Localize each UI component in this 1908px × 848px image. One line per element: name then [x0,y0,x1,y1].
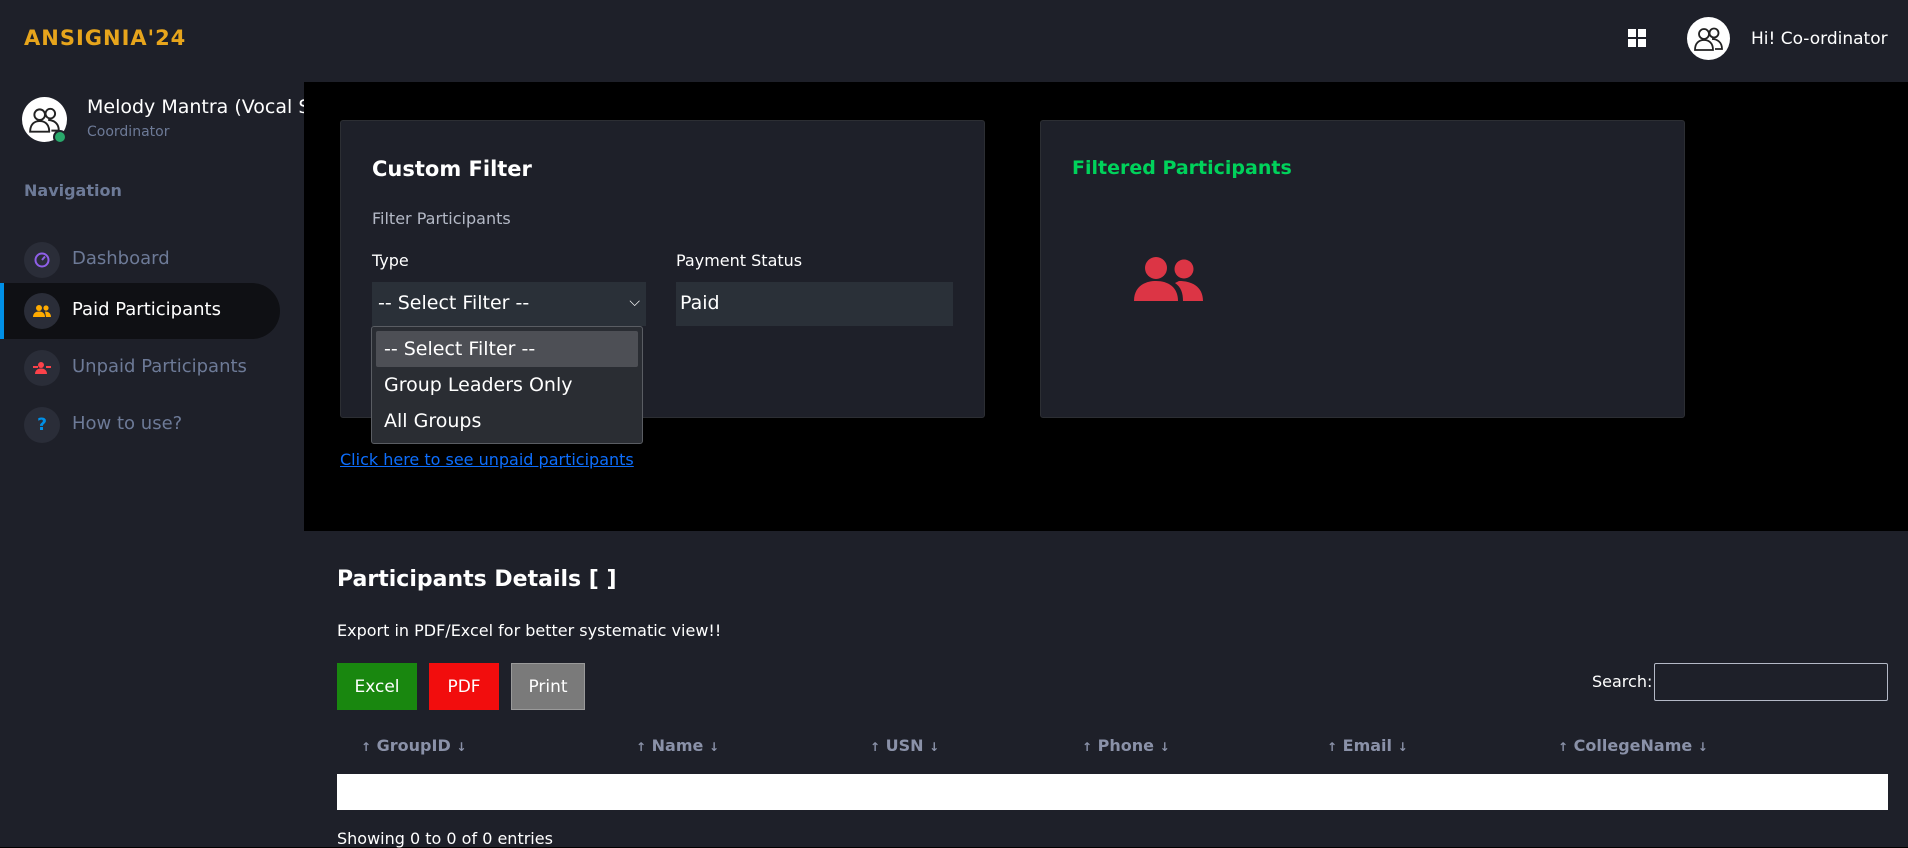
people-icon [1134,257,1203,301]
profile-role: Coordinator [87,124,170,140]
people-icon [24,293,60,329]
app-logo[interactable]: ANSIGNIA'24 [24,26,186,50]
apps-grid-icon[interactable] [1628,29,1646,47]
type-select-value: -- Select Filter -- [378,292,530,314]
pdf-button[interactable]: PDF [429,663,499,710]
sidebar-item-paid-participants[interactable]: Paid Participants [0,283,280,339]
dropdown-option-group-leaders[interactable]: Group Leaders Only [376,367,638,403]
sidebar-item-label: Dashboard [72,248,170,269]
sidebar-item-label: How to use? [72,413,183,434]
user-avatar[interactable] [1687,17,1730,60]
sidebar-item-unpaid-participants[interactable]: Unpaid Participants [0,340,280,396]
unpaid-participants-link[interactable]: Click here to see unpaid participants [340,450,634,469]
sidebar-item-dashboard[interactable]: Dashboard [0,232,280,288]
sidebar-item-label: Paid Participants [72,299,221,320]
payment-status-value: Paid [680,292,720,314]
payment-status-field[interactable]: Paid [676,282,953,326]
sidebar-item-label: Unpaid Participants [72,356,247,377]
nav-section-title: Navigation [24,181,122,200]
card-subtitle: Filter Participants [372,209,511,228]
sidebar-item-how-to-use[interactable]: ? How to use? [0,397,280,453]
column-header-email[interactable]: ↑ Email ↓ [1327,736,1408,755]
excel-button[interactable]: Excel [337,663,417,710]
speedometer-icon [24,242,60,278]
top-navbar: ANSIGNIA'24 Hi! Co-ordinator [0,0,1908,82]
column-header-name[interactable]: ↑ Name ↓ [636,736,719,755]
search-label: Search: [1592,672,1653,691]
table-empty-row [337,774,1888,810]
question-icon: ? [24,407,60,443]
filtered-participants-card: Filtered Participants [1040,120,1685,418]
sidebar: Melody Mantra (Vocal Solo) Coordinator N… [0,82,304,847]
type-dropdown-menu: -- Select Filter -- Group Leaders Only A… [371,326,643,444]
type-label: Type [372,251,409,270]
dropdown-option-all-groups[interactable]: All Groups [376,403,638,439]
section-title: Participants Details [ ] [337,567,617,592]
profile-name: Melody Mantra (Vocal Solo) [87,96,304,118]
column-header-collegename[interactable]: ↑ CollegeName ↓ [1558,736,1708,755]
search-input[interactable] [1654,663,1888,701]
column-header-usn[interactable]: ↑ USN ↓ [870,736,939,755]
card-title: Custom Filter [372,157,532,181]
payment-status-label: Payment Status [676,251,803,270]
section-subtitle: Export in PDF/Excel for better systemati… [337,621,722,640]
greeting-text[interactable]: Hi! Co-ordinator [1751,29,1888,49]
column-header-groupid[interactable]: ↑ GroupID ↓ [361,736,466,755]
card-title: Filtered Participants [1072,157,1292,179]
type-select[interactable]: -- Select Filter -- ⌵ [372,282,646,326]
people-outline-icon [1693,27,1723,51]
person-minus-icon [24,350,60,386]
dropdown-option-select-filter[interactable]: -- Select Filter -- [376,331,638,367]
online-status-dot [53,130,67,144]
table-info: Showing 0 to 0 of 0 entries [337,829,553,848]
column-header-phone[interactable]: ↑ Phone ↓ [1082,736,1170,755]
chevron-down-icon: ⌵ [629,294,640,310]
participants-details-section: Participants Details [ ] Export in PDF/E… [304,531,1908,848]
print-button[interactable]: Print [511,663,585,710]
